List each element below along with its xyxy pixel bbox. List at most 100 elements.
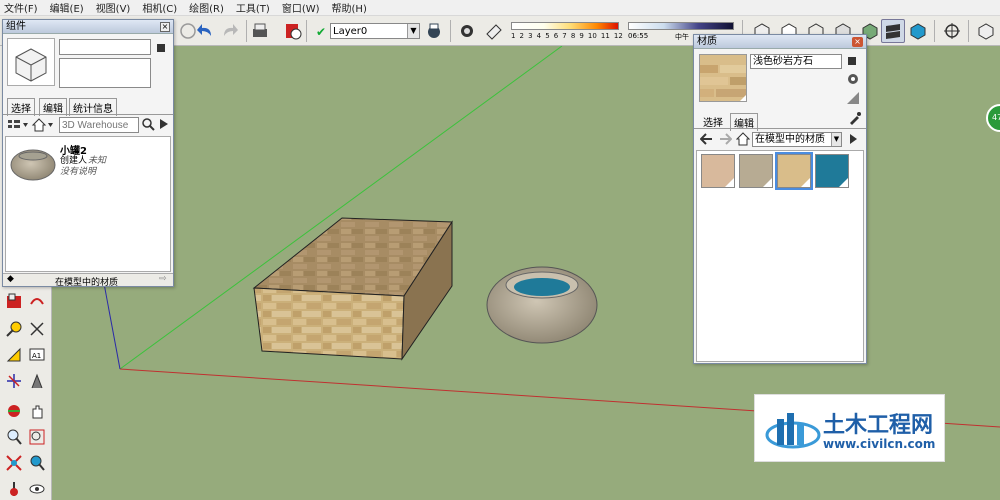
home-icon[interactable] bbox=[31, 118, 55, 135]
ceramic-pot[interactable] bbox=[486, 266, 598, 344]
zoom-window-icon[interactable] bbox=[26, 426, 48, 448]
material-collection-select[interactable]: 在模型中的材质 ▼ bbox=[752, 132, 842, 147]
list-item[interactable]: 小罐2 创建人 未知 没有说明 bbox=[8, 141, 168, 189]
details-icon[interactable] bbox=[155, 42, 167, 57]
home-icon[interactable] bbox=[735, 132, 751, 149]
material-swatch-stone[interactable] bbox=[739, 154, 773, 188]
material-name-field[interactable]: 浅色砂岩方石 bbox=[750, 54, 842, 69]
chevron-down-icon[interactable]: ▼ bbox=[407, 24, 419, 38]
create-material-icon[interactable] bbox=[846, 72, 860, 89]
component-name-field[interactable] bbox=[59, 39, 151, 55]
layer-manager-icon[interactable] bbox=[422, 19, 446, 43]
material-swatch-sandstone[interactable] bbox=[775, 152, 813, 190]
shadow-time-slider[interactable] bbox=[628, 22, 734, 30]
pot-thumbnail bbox=[10, 149, 56, 181]
back-arrow-icon[interactable] bbox=[699, 132, 714, 149]
menu-help[interactable]: 帮助(H) bbox=[332, 0, 367, 15]
month-tick: 5 bbox=[545, 32, 550, 40]
component-item-description: 没有说明 bbox=[60, 167, 97, 177]
stone-block[interactable] bbox=[252, 217, 453, 361]
position-camera-icon[interactable] bbox=[940, 19, 964, 43]
menu-draw[interactable]: 绘图(R) bbox=[189, 0, 224, 15]
shadow-time-noon: 中午 bbox=[675, 33, 689, 41]
default-material-icon[interactable] bbox=[846, 91, 860, 108]
month-tick: 10 bbox=[587, 32, 597, 40]
month-tick: 8 bbox=[570, 32, 576, 40]
watermark-title: 土木工程网 bbox=[823, 413, 934, 438]
view-options-icon[interactable] bbox=[7, 118, 29, 135]
footer-label: 在模型中的材质 bbox=[55, 278, 119, 288]
dimension-icon[interactable] bbox=[26, 318, 48, 340]
materials-panel-title: 材质 bbox=[694, 35, 866, 49]
menu-file[interactable]: 文件(F) bbox=[4, 0, 38, 15]
footer-back-icon[interactable]: ◆ bbox=[7, 274, 14, 284]
menu-edit[interactable]: 编辑(E) bbox=[50, 0, 84, 15]
material-swatch-water[interactable] bbox=[815, 154, 849, 188]
redo-icon[interactable] bbox=[218, 19, 242, 43]
shadow-toggle-icon[interactable] bbox=[455, 19, 479, 43]
fog-toggle-icon[interactable] bbox=[482, 19, 506, 43]
look-around-icon[interactable] bbox=[26, 478, 48, 500]
details-icon[interactable] bbox=[846, 55, 858, 70]
text-tool-icon[interactable]: A1 bbox=[26, 344, 48, 366]
orbit-icon[interactable] bbox=[26, 290, 48, 312]
component-icon[interactable] bbox=[974, 19, 998, 43]
components-panel: 组件 × 选择 编辑 统计信息 小罐2 创建人 未知 没有说明 ◆ 在模型中的材… bbox=[2, 19, 174, 288]
tape-measure-icon[interactable] bbox=[3, 318, 25, 340]
materials-panel: 材质 × 浅色砂岩方石 选择 编辑 在模型中的材质 ▼ bbox=[693, 34, 867, 364]
zoom-icon[interactable] bbox=[3, 426, 25, 448]
close-icon[interactable]: × bbox=[852, 37, 863, 47]
forward-arrow-icon[interactable] bbox=[157, 117, 171, 134]
month-tick: 7 bbox=[562, 32, 567, 40]
axes-icon[interactable] bbox=[3, 370, 25, 392]
eyedropper-icon[interactable] bbox=[848, 111, 862, 128]
monochrome-style-icon[interactable] bbox=[906, 19, 930, 43]
previous-view-icon[interactable] bbox=[26, 452, 48, 474]
component-preview bbox=[7, 38, 55, 86]
forward-arrow-icon[interactable] bbox=[718, 132, 733, 149]
shaded-textures-style-icon[interactable] bbox=[881, 19, 905, 43]
print-icon[interactable] bbox=[248, 19, 272, 43]
watermark-url: www.civilcn.com bbox=[823, 437, 936, 451]
svg-text:A1: A1 bbox=[32, 352, 41, 360]
component-list: 小罐2 创建人 未知 没有说明 bbox=[5, 136, 171, 272]
material-swatch-grid bbox=[696, 150, 864, 362]
chevron-down-icon[interactable]: ▼ bbox=[831, 133, 841, 146]
search-icon[interactable] bbox=[141, 117, 155, 134]
month-tick: 2 bbox=[519, 32, 525, 40]
material-preview bbox=[699, 54, 747, 102]
month-tick: 6 bbox=[553, 32, 559, 40]
components-panel-footer: ◆ 在模型中的材质 ⇨ bbox=[3, 273, 173, 288]
menu-view[interactable]: 视图(V) bbox=[96, 0, 131, 15]
menu-bar: 文件(F) 编辑(E) 视图(V) 相机(C) 绘图(R) 工具(T) 窗口(W… bbox=[0, 0, 1000, 16]
walk-orbit-icon[interactable] bbox=[3, 400, 25, 422]
footer-forward-icon[interactable]: ⇨ bbox=[159, 274, 167, 284]
close-icon[interactable]: × bbox=[160, 22, 170, 32]
3d-text-icon[interactable] bbox=[26, 370, 48, 392]
undo-icon[interactable] bbox=[193, 19, 217, 43]
shadow-month-ticks: 1 2 3 4 5 6 7 8 9 10 11 12 bbox=[511, 32, 623, 40]
pan-hand-icon[interactable] bbox=[26, 400, 48, 422]
details-arrow-icon[interactable] bbox=[847, 133, 859, 148]
watermark-emblem bbox=[765, 413, 821, 449]
protractor-icon[interactable] bbox=[3, 344, 25, 366]
layer-select-value: Layer0 bbox=[333, 25, 368, 37]
menu-tools[interactable]: 工具(T) bbox=[236, 0, 270, 15]
layer-select[interactable]: Layer0 ▼ bbox=[330, 23, 420, 39]
model-info-icon[interactable] bbox=[281, 19, 305, 43]
month-tick: 3 bbox=[528, 32, 533, 40]
paint-bucket-icon[interactable] bbox=[3, 290, 25, 312]
position-camera-left-icon[interactable] bbox=[3, 478, 25, 500]
shadow-date-slider[interactable] bbox=[511, 22, 619, 30]
watermark-logo: 土木工程网 www.civilcn.com bbox=[754, 394, 945, 462]
layer-current-check-icon: ✔ bbox=[316, 25, 327, 39]
zoom-extents-icon[interactable] bbox=[3, 452, 25, 474]
menu-window[interactable]: 窗口(W) bbox=[282, 0, 320, 15]
month-tick: 1 bbox=[511, 32, 516, 40]
shadow-time-start: 06:55 bbox=[628, 32, 649, 40]
material-collection-value: 在模型中的材质 bbox=[755, 134, 825, 145]
component-description-field[interactable] bbox=[59, 58, 151, 88]
warehouse-search-input[interactable] bbox=[59, 117, 139, 133]
material-swatch-tan[interactable] bbox=[701, 154, 735, 188]
menu-camera[interactable]: 相机(C) bbox=[142, 0, 177, 15]
